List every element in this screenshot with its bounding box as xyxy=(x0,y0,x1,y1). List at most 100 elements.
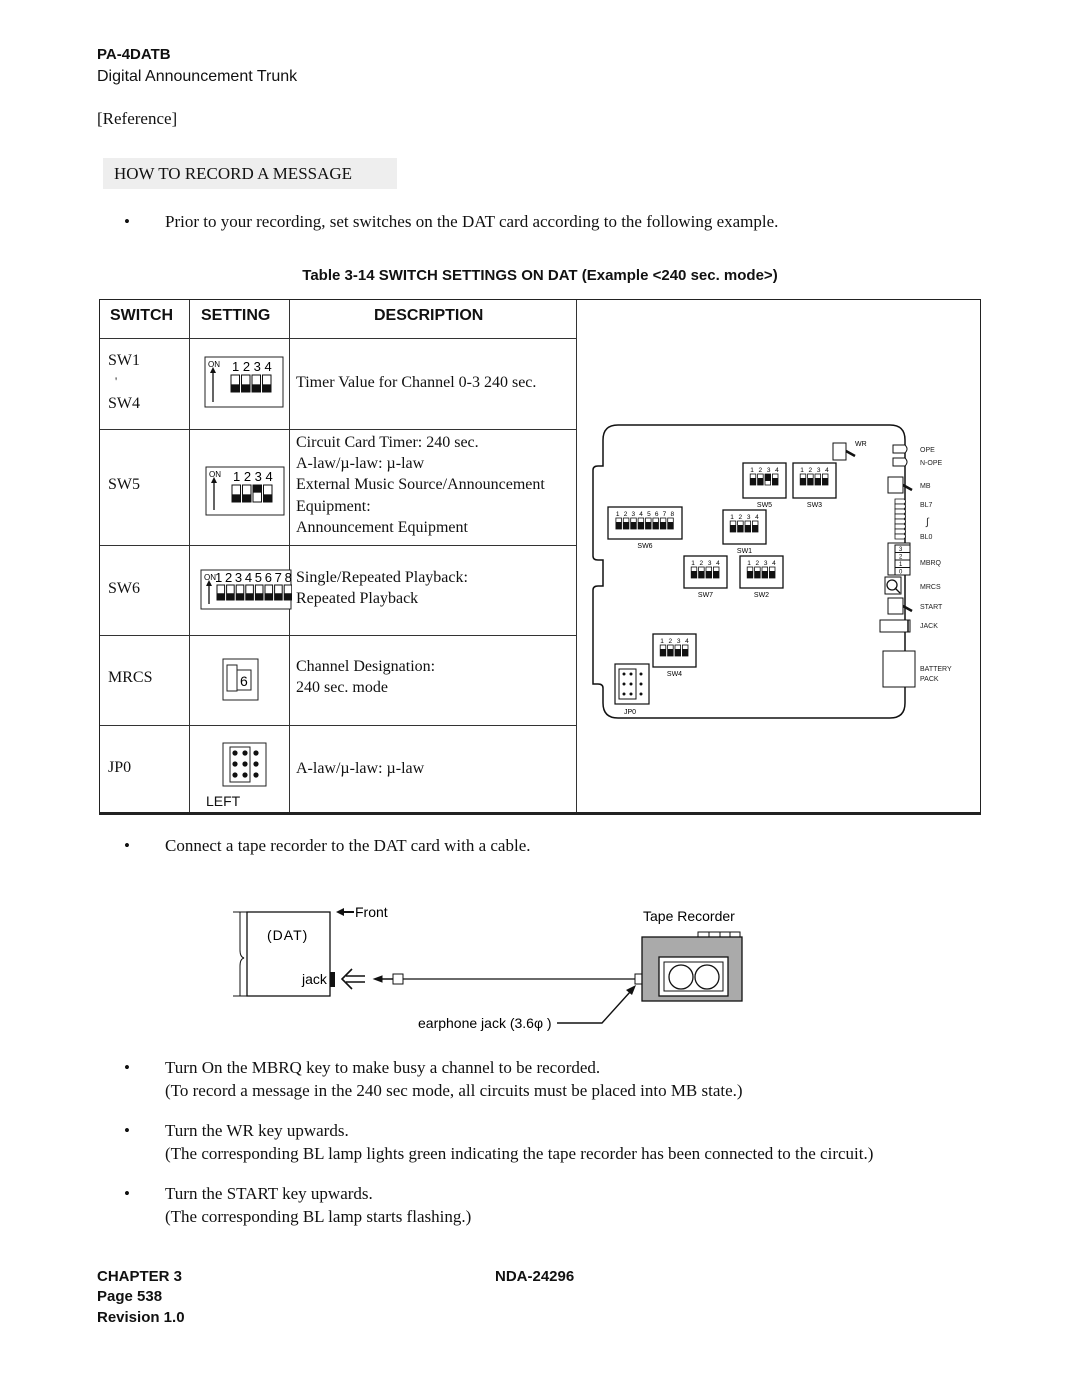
bl-lamp-icon xyxy=(894,533,906,540)
dip-switch-setting: ON 1 2 3 4 xyxy=(204,356,284,408)
svg-text:PACK: PACK xyxy=(920,676,939,683)
mbrq-keys: 3210 xyxy=(887,542,911,576)
description: Channel Designation: xyxy=(296,658,436,675)
svg-text:1 2 3 4: 1 2 3 4 xyxy=(747,560,776,567)
description: 240 sec. mode xyxy=(296,679,388,696)
dat-jack-icon xyxy=(330,972,335,987)
mrcs-rotary-switch: 6 xyxy=(222,658,259,701)
svg-text:jack: jack xyxy=(301,971,328,987)
switch-name: SW1 xyxy=(108,352,140,369)
step-1: Turn On the MBRQ key to make busy a chan… xyxy=(165,1058,601,1077)
nope-led-icon xyxy=(892,457,908,467)
bl-lamp-icon xyxy=(894,498,906,505)
section-title: HOW TO RECORD A MESSAGE xyxy=(103,158,397,189)
svg-text:1 2 3 4 5 6 7 8: 1 2 3 4 5 6 7 8 xyxy=(616,511,675,518)
svg-text:∫: ∫ xyxy=(925,517,930,528)
reference-label: [Reference] xyxy=(97,109,178,128)
switch-range-mark: ' xyxy=(115,374,118,388)
svg-text:MRCS: MRCS xyxy=(920,584,941,591)
dat-card-front: (DAT) jack xyxy=(233,911,335,997)
jumper-jp0 xyxy=(222,742,267,787)
svg-text:MB: MB xyxy=(920,483,931,490)
dip-switch-setting: ON 1 2 3 4 xyxy=(205,466,285,516)
svg-text:(DAT): (DAT) xyxy=(267,927,308,943)
bl-lamp-icon xyxy=(894,508,906,515)
bl-lamp-icon xyxy=(894,518,906,525)
table-caption: Table 3-14 SWITCH SETTINGS ON DAT (Examp… xyxy=(302,267,778,284)
svg-text:JACK: JACK xyxy=(920,623,938,630)
key-name: WR xyxy=(226,1121,254,1140)
description: Circuit Card Timer: 240 sec. xyxy=(296,434,479,451)
footer-page: Page 538 xyxy=(97,1288,163,1305)
header-setting: SETTING xyxy=(201,307,271,324)
switch-name: MRCS xyxy=(108,669,153,686)
step-3: Turn the START key upwards. xyxy=(165,1184,373,1203)
description: External Music Source/Announcement xyxy=(296,476,545,493)
svg-text:BL0: BL0 xyxy=(920,534,933,541)
mb-toggle-icon xyxy=(887,476,913,494)
svg-text:1 2 3 4: 1 2 3 4 xyxy=(800,467,829,474)
svg-text:BATTERY: BATTERY xyxy=(920,666,952,673)
bullet-icon: • xyxy=(124,212,130,231)
mrcs-value: 6 xyxy=(240,673,248,689)
svg-text:1 2 3 4: 1 2 3 4 xyxy=(660,638,689,645)
svg-text:MBRQ: MBRQ xyxy=(920,560,942,567)
earphone-jack-label: earphone jack (3.6φ ) xyxy=(418,1015,552,1031)
switch-name: SW5 xyxy=(108,476,140,493)
switch-name: SW4 xyxy=(108,395,140,412)
footer-revision: Revision 1.0 xyxy=(97,1309,185,1326)
start-toggle-icon xyxy=(887,597,913,615)
switch-label: SW3 xyxy=(807,502,822,509)
insert-arrow-icon xyxy=(340,968,365,990)
jumper-label: LEFT xyxy=(206,793,241,809)
bl-lamp-icon xyxy=(894,503,906,510)
dat-card-diagram: 1 2 3 4 SW5 1 2 3 4 SW3 1 2 3 4 5 6 7 8 SW6 1 … xyxy=(592,424,952,719)
switch-label: SW7 xyxy=(698,592,713,599)
battery-pack-icon xyxy=(882,650,916,688)
switch-label: SW5 xyxy=(757,502,772,509)
bl-lamps-icon xyxy=(894,498,906,540)
switch-name: SW6 xyxy=(108,580,140,597)
front-label: Front xyxy=(355,904,388,920)
bullet-icon: • xyxy=(124,1184,130,1203)
key-name: MBRQ xyxy=(251,1058,302,1077)
description: Single/Repeated Playback: xyxy=(296,569,468,586)
footer-doc-number: NDA-24296 xyxy=(495,1268,575,1285)
svg-text:JP0: JP0 xyxy=(624,709,636,716)
bl-lamp-icon xyxy=(894,528,906,535)
header-switch: SWITCH xyxy=(110,307,174,324)
jack-icon xyxy=(879,619,911,633)
pointer-arrow-icon xyxy=(557,985,636,1024)
tape-recorder-icon xyxy=(641,931,743,1002)
description: Timer Value for Channel 0-3 240 sec. xyxy=(296,374,537,391)
svg-text:1 2 3 4: 1 2 3 4 xyxy=(750,467,779,474)
switch-numbers: 1 2 3 4 xyxy=(233,469,273,484)
switch-label: SW2 xyxy=(754,592,769,599)
footer-chapter: CHAPTER 3 xyxy=(97,1268,183,1285)
bullet-icon: • xyxy=(124,1121,130,1140)
tape-recorder-label: Tape Recorder xyxy=(643,908,735,924)
svg-text:WR: WR xyxy=(855,441,867,448)
connect-text: Connect a tape recorder to the DAT card … xyxy=(165,836,531,855)
cable xyxy=(372,973,643,985)
on-label: ON xyxy=(208,360,220,369)
step-2: Turn the WR key upwards. xyxy=(165,1121,349,1140)
front-arrow-icon xyxy=(336,908,354,916)
svg-text:OPE: OPE xyxy=(920,447,935,454)
on-label: ON xyxy=(209,470,221,479)
switch-label: SW1 xyxy=(737,548,752,555)
ope-led-icon xyxy=(892,444,908,454)
svg-text:1 2 3 4: 1 2 3 4 xyxy=(691,560,720,567)
doc-subtitle: Digital Announcement Trunk xyxy=(97,68,298,85)
description: Announcement Equipment xyxy=(296,519,468,536)
bullet-icon: • xyxy=(124,1058,130,1077)
step-3-note: (The corresponding BL lamp starts flashi… xyxy=(165,1207,472,1226)
step-1-note: (To record a message in the 240 sec mode… xyxy=(165,1081,743,1100)
switch-name: JP0 xyxy=(108,759,132,776)
header-description: DESCRIPTION xyxy=(374,307,484,324)
bl-lamp-icon xyxy=(894,523,906,530)
svg-text:N-OPE: N-OPE xyxy=(920,460,943,467)
intro-text: Prior to your recording, set switches on… xyxy=(165,212,779,231)
bl-lamp-icon xyxy=(894,513,906,520)
switch-label: SW4 xyxy=(667,671,682,678)
